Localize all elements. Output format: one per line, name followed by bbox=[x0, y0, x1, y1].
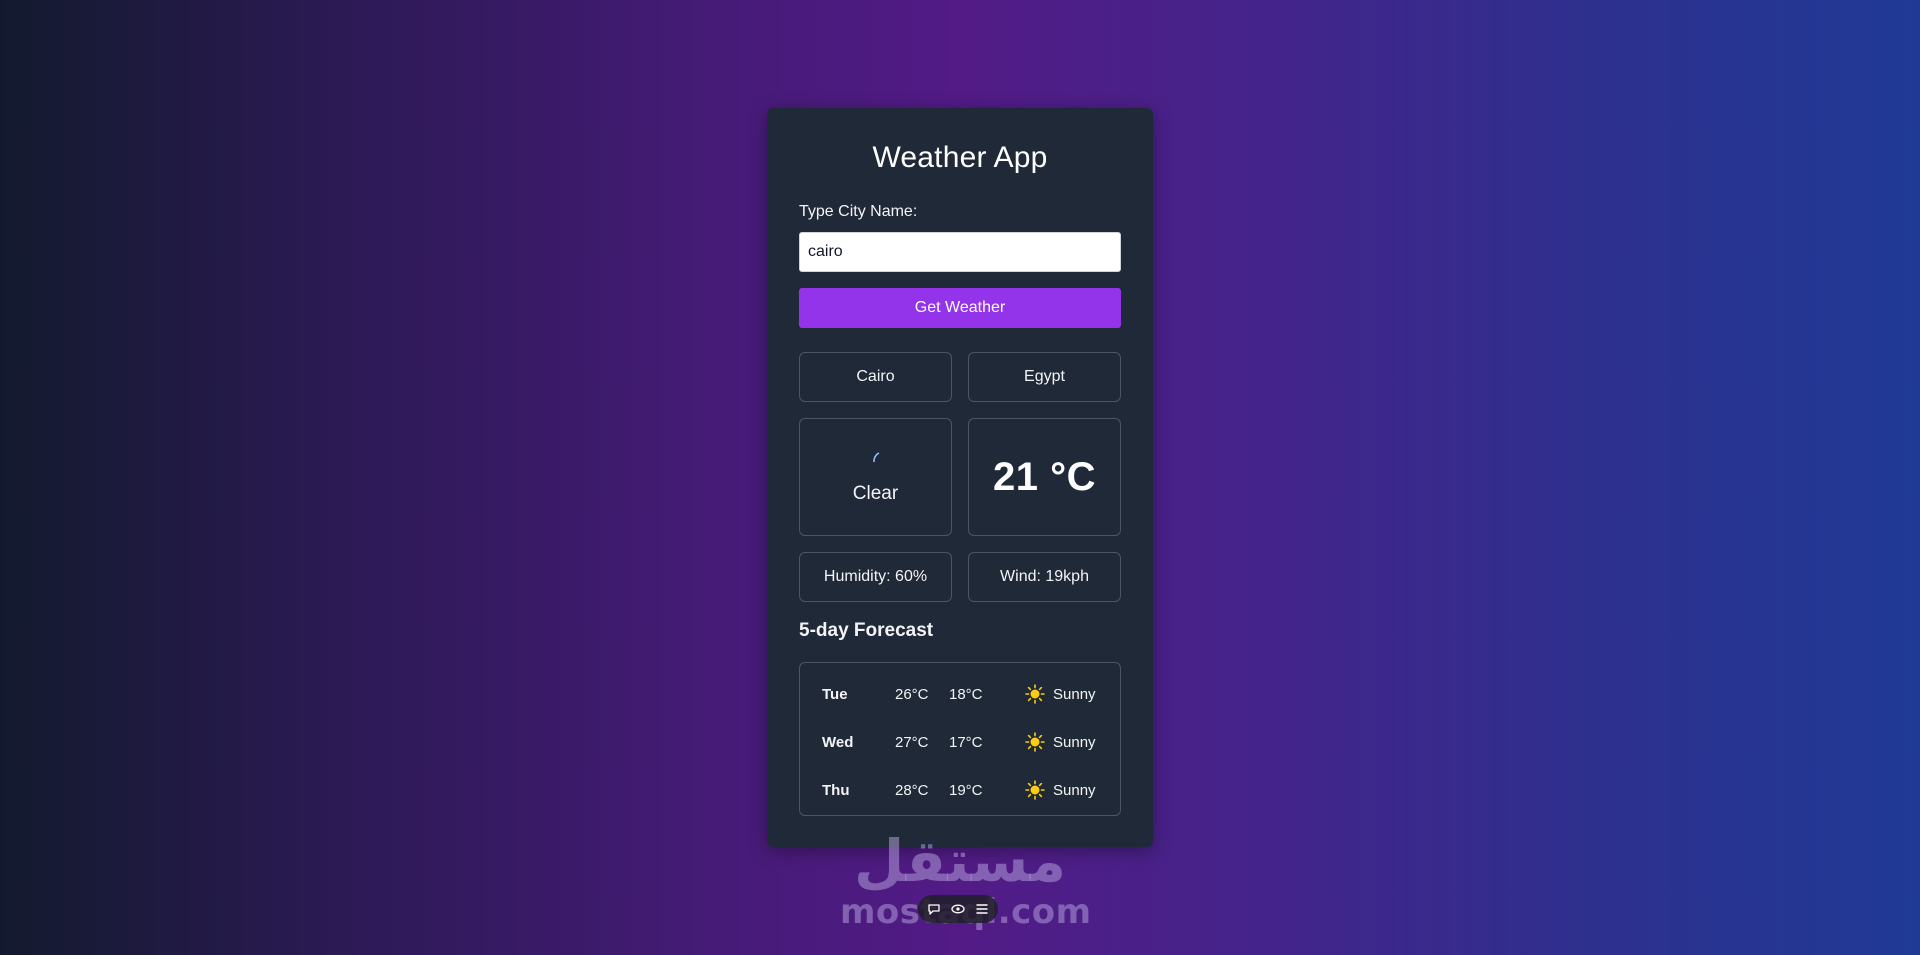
app-title: Weather App bbox=[872, 141, 1048, 174]
forecast-condition: Sunny bbox=[1053, 782, 1096, 799]
city-name-box: Cairo bbox=[799, 352, 952, 402]
country-name: Egypt bbox=[1024, 368, 1065, 385]
forecast-day: Tue bbox=[822, 686, 848, 703]
forecast-row: Wed 27°C 17°C Sunny bbox=[800, 719, 1120, 767]
forecast-low: 18°C bbox=[949, 686, 983, 703]
humidity-box: Humidity: 60% bbox=[799, 552, 952, 602]
city-name: Cairo bbox=[856, 368, 895, 385]
temperature-box: 21 °C bbox=[968, 418, 1121, 536]
comment-icon[interactable] bbox=[927, 902, 941, 916]
forecast-day: Thu bbox=[822, 782, 850, 799]
wind-value: Wind: 19kph bbox=[1000, 568, 1089, 585]
list-icon[interactable] bbox=[975, 902, 989, 916]
wind-box: Wind: 19kph bbox=[968, 552, 1121, 602]
floating-toolbar bbox=[918, 895, 998, 923]
forecast-row: Thu 28°C 19°C Sunny bbox=[800, 767, 1120, 815]
watermark-arabic: مستقل bbox=[853, 827, 1067, 895]
watermark-logo: مستقل mostaql.com bbox=[840, 827, 1091, 955]
city-input-label: Type City Name: bbox=[799, 203, 918, 220]
forecast-title: 5-day Forecast bbox=[799, 620, 934, 641]
weather-card: Weather App Type City Name: Get Weather … bbox=[767, 108, 1153, 847]
forecast-list: Tue 26°C 18°C Sunny Wed 27°C 17°C Sunny … bbox=[799, 662, 1121, 816]
temperature-value: 21 °C bbox=[993, 454, 1096, 499]
sun-icon bbox=[1025, 732, 1045, 752]
moon-icon bbox=[869, 452, 879, 471]
condition-box: Clear bbox=[799, 418, 952, 536]
eye-icon[interactable] bbox=[951, 902, 965, 916]
forecast-high: 27°C bbox=[895, 734, 929, 751]
sun-icon bbox=[1025, 684, 1045, 704]
forecast-condition: Sunny bbox=[1053, 734, 1096, 751]
city-input[interactable] bbox=[799, 232, 1121, 272]
forecast-high: 28°C bbox=[895, 782, 929, 799]
forecast-high: 26°C bbox=[895, 686, 929, 703]
forecast-row: Tue 26°C 18°C Sunny bbox=[800, 671, 1120, 719]
get-weather-button[interactable]: Get Weather bbox=[799, 288, 1121, 328]
sun-icon bbox=[1025, 780, 1045, 800]
forecast-day: Wed bbox=[822, 734, 854, 751]
country-name-box: Egypt bbox=[968, 352, 1121, 402]
condition-text: Clear bbox=[852, 483, 899, 504]
humidity-value: Humidity: 60% bbox=[823, 568, 928, 585]
forecast-low: 19°C bbox=[949, 782, 983, 799]
forecast-condition: Sunny bbox=[1053, 686, 1096, 703]
forecast-low: 17°C bbox=[949, 734, 983, 751]
